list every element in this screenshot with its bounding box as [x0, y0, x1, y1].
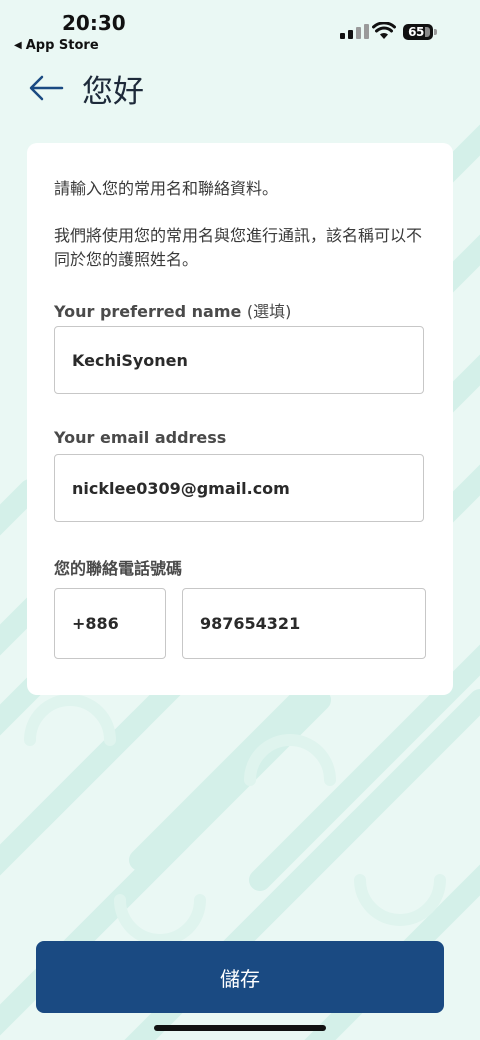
optional-tag: (選填)	[246, 302, 292, 321]
page-header: 您好	[0, 60, 480, 120]
back-arrow-icon[interactable]	[28, 74, 64, 102]
battery-level: 65	[408, 25, 424, 39]
cellular-signal-icon	[340, 24, 369, 39]
home-indicator[interactable]	[154, 1025, 326, 1031]
preferred-name-input[interactable]	[54, 326, 424, 394]
save-button[interactable]: 儲存	[36, 941, 444, 1013]
preferred-name-label: Your preferred name (選填)	[54, 298, 291, 322]
email-label: Your email address	[54, 428, 227, 447]
battery-icon: 65	[403, 24, 433, 40]
phone-number-input[interactable]	[182, 588, 426, 659]
intro-explanation: 我們將使用您的常用名與您進行通訊，該名稱可以不同於您的護照姓名。	[54, 226, 423, 269]
status-bar: 20:30 ◀ App Store 65	[0, 0, 480, 60]
intro-text: 請輸入您的常用名和聯絡資料。	[54, 179, 279, 198]
preferred-name-label-text: Your preferred name	[54, 302, 242, 321]
back-triangle-icon: ◀	[14, 40, 22, 51]
email-input[interactable]	[54, 454, 424, 522]
country-code-input[interactable]	[54, 588, 166, 659]
phone-label: 您的聯絡電話號碼	[54, 559, 183, 578]
battery-nub	[434, 29, 437, 35]
back-to-app-store[interactable]: ◀ App Store	[14, 38, 99, 53]
wifi-icon	[372, 22, 396, 39]
page-title: 您好	[82, 74, 144, 110]
back-to-app-label: App Store	[25, 38, 99, 53]
contact-info-card: 請輸入您的常用名和聯絡資料。 我們將使用您的常用名與您進行通訊，該名稱可以不同於…	[27, 143, 453, 695]
status-time: 20:30	[62, 11, 126, 35]
